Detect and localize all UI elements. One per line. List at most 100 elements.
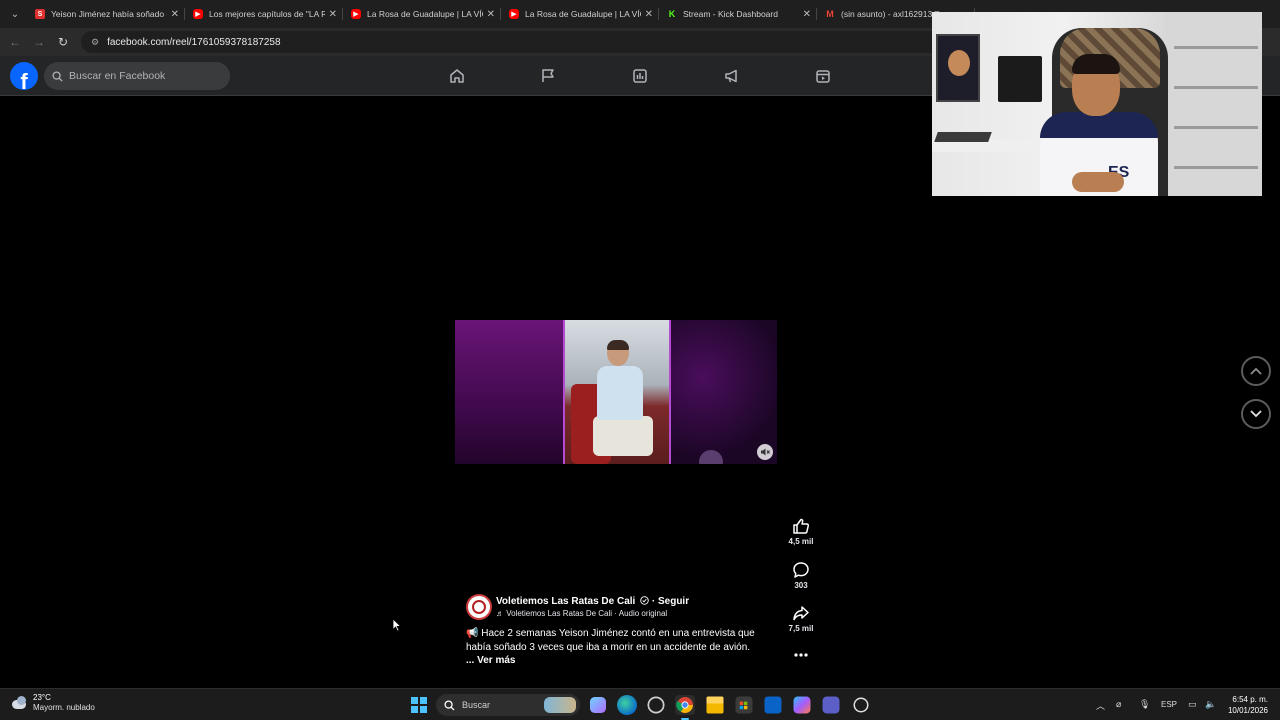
previous-reel-button[interactable]	[1241, 356, 1271, 386]
language-indicator[interactable]: ESP	[1161, 700, 1177, 709]
more-icon	[794, 653, 808, 657]
comment-icon	[793, 562, 809, 578]
reel-author: Voletiemos Las Ratas De Cali · Seguir ♬ …	[466, 594, 689, 620]
teams-icon[interactable]	[822, 696, 840, 714]
office-icon[interactable]	[793, 696, 811, 714]
url-field[interactable]: ⚙ facebook.com/reel/1761059378187258	[81, 31, 941, 53]
clock-time: 6:54 p. m.	[1232, 695, 1268, 704]
megaphone-icon[interactable]	[722, 66, 742, 86]
comment-action[interactable]: 303	[782, 561, 820, 590]
reload-icon[interactable]: ↻	[51, 35, 75, 49]
close-tab-icon[interactable]: ✕	[803, 9, 811, 20]
youtube-icon: ▶	[509, 9, 519, 19]
system-clock[interactable]: 6:54 p. m. 10/01/2026	[1228, 694, 1268, 716]
avatar[interactable]	[466, 594, 492, 620]
megaphone-emoji-icon: 📢	[466, 628, 479, 639]
cloudy-icon	[10, 695, 28, 711]
obs-icon[interactable]	[647, 696, 665, 714]
comment-count: 303	[794, 581, 808, 590]
video-side-panel	[455, 320, 563, 464]
youtube-icon: ▶	[351, 9, 361, 19]
share-count: 7,5 mil	[788, 624, 814, 633]
chart-icon[interactable]	[630, 66, 650, 86]
like-action[interactable]: 4,5 mil	[782, 517, 820, 546]
edge-icon[interactable]	[617, 695, 637, 715]
search-placeholder: Buscar en Facebook	[69, 70, 166, 82]
taskbar-search-input[interactable]: Buscar	[436, 694, 580, 716]
home-icon[interactable]	[447, 66, 467, 86]
tab-search-button[interactable]: ⌄	[3, 4, 27, 24]
person-figure	[593, 340, 653, 456]
follow-button[interactable]: · Seguir	[652, 596, 689, 607]
copilot-icon[interactable]	[590, 697, 606, 713]
gmail-icon: M	[826, 9, 834, 19]
tab-title: Los mejores capítulos de "LA R	[209, 9, 325, 19]
see-more-link[interactable]: ... Ver más	[466, 655, 515, 666]
chrome-icon[interactable]	[675, 695, 695, 720]
forward-icon[interactable]: →	[27, 35, 51, 49]
weather-condition: Mayorm. nublado	[33, 703, 95, 712]
search-icon	[52, 70, 63, 82]
video-side-panel	[671, 320, 777, 464]
video-frame	[563, 320, 671, 464]
more-options-button[interactable]	[782, 650, 820, 660]
author-meta: Voletiemos Las Ratas De Cali · Seguir ♬ …	[496, 596, 689, 618]
tab-title: La Rosa de Guadalupe | LA VÍC	[367, 9, 483, 19]
close-tab-icon[interactable]: ✕	[645, 9, 653, 20]
share-icon	[793, 606, 809, 621]
network-off-icon[interactable]: ⌀	[1116, 699, 1121, 710]
audio-line[interactable]: ♬ Voletiemos Las Ratas De Cali · Audio o…	[496, 609, 689, 618]
weather-widget[interactable]: 23°C Mayorm. nublado	[10, 693, 95, 713]
reel-video-player[interactable]	[455, 320, 777, 464]
mouse-cursor-icon	[392, 618, 402, 632]
clock-date: 10/01/2026	[1227, 706, 1268, 715]
verified-icon	[640, 596, 649, 605]
streaming-app-icon[interactable]	[853, 697, 869, 713]
store-icon[interactable]	[735, 696, 753, 714]
like-count: 4,5 mil	[788, 537, 814, 546]
microphone-icon[interactable]: 🎙	[1139, 699, 1150, 710]
close-tab-icon[interactable]: ✕	[329, 9, 337, 20]
chevron-down-icon	[1250, 410, 1262, 418]
flag-icon[interactable]	[538, 66, 558, 86]
site-info-icon[interactable]: ⚙	[91, 37, 99, 48]
search-highlight-image	[544, 697, 576, 713]
close-tab-icon[interactable]: ✕	[487, 9, 495, 20]
author-name[interactable]: Voletiemos Las Ratas De Cali	[496, 596, 635, 607]
browser-tab[interactable]: ▶ Los mejores capítulos de "LA R ✕	[185, 0, 343, 28]
red-s-icon: S	[35, 9, 45, 19]
browser-tab[interactable]: K Stream - Kick Dashboard ✕	[659, 0, 817, 28]
next-reel-button[interactable]	[1241, 399, 1271, 429]
tab-title: Yeison Jiménez había soñado q	[51, 9, 167, 19]
chevron-up-icon	[1250, 367, 1262, 375]
audio-label: Voletiemos Las Ratas De Cali · Audio ori…	[506, 609, 668, 618]
share-action[interactable]: 7,5 mil	[782, 604, 820, 633]
browser-tab[interactable]: ▶ La Rosa de Guadalupe | LA VÍC ✕	[343, 0, 501, 28]
webcam-overlay	[932, 12, 1262, 196]
marketplace-icon[interactable]	[813, 66, 833, 86]
mail-icon[interactable]	[764, 696, 782, 714]
speaker-icon[interactable]: 🔈	[1205, 699, 1216, 710]
back-icon[interactable]: ←	[3, 35, 27, 49]
browser-tab[interactable]: S Yeison Jiménez había soñado q ✕	[27, 0, 185, 28]
tab-title: Stream - Kick Dashboard	[683, 9, 778, 19]
reel-caption: 📢 Hace 2 semanas Yeison Jiménez contó en…	[466, 627, 766, 668]
taskbar-search-label: Buscar	[462, 700, 491, 710]
windows-taskbar: 23°C Mayorm. nublado Buscar ︿ ⌀ 🎙 ESP ▭ …	[0, 688, 1280, 720]
search-icon	[444, 699, 455, 711]
close-tab-icon[interactable]: ✕	[171, 9, 179, 20]
author-line: Voletiemos Las Ratas De Cali · Seguir	[496, 596, 689, 607]
kick-icon: K	[667, 9, 677, 19]
url-text: facebook.com/reel/1761059378187258	[107, 36, 281, 48]
chevron-up-icon[interactable]: ︿	[1096, 699, 1105, 712]
thumbs-up-icon	[793, 518, 810, 534]
browser-tab[interactable]: ▶ La Rosa de Guadalupe | LA VÍC ✕	[501, 0, 659, 28]
weather-temp: 23°C	[33, 693, 51, 702]
music-note-icon: ♬	[496, 609, 504, 618]
volume-icon[interactable]	[757, 444, 773, 460]
facebook-logo-icon[interactable]: f	[10, 62, 38, 90]
display-icon[interactable]: ▭	[1188, 699, 1197, 710]
facebook-search-input[interactable]: Buscar en Facebook	[44, 62, 230, 90]
windows-start-icon[interactable]	[411, 697, 427, 713]
file-explorer-icon[interactable]	[706, 696, 724, 714]
